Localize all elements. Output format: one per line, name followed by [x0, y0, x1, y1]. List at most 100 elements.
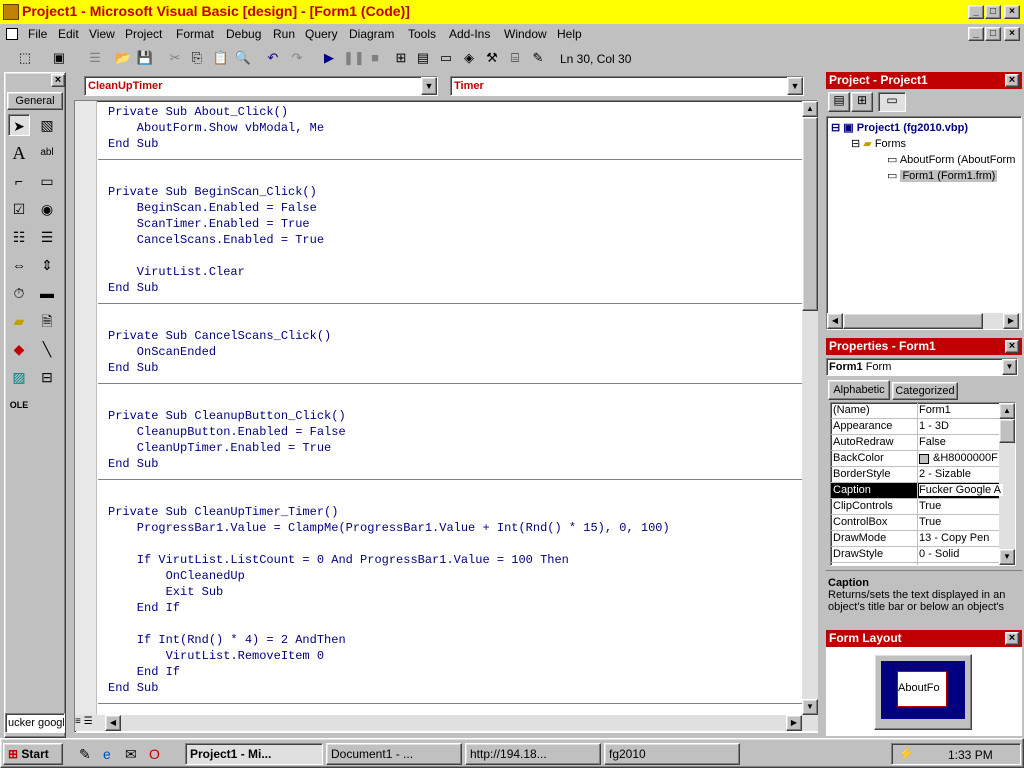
- property-value[interactable]: 13 - Copy Pen: [919, 532, 1003, 544]
- chevron-down-icon[interactable]: ▼: [1002, 359, 1017, 375]
- code-line[interactable]: If VirutList.ListCount = 0 And ProgressB…: [108, 552, 569, 568]
- property-value[interactable]: Fucker Google A: [919, 484, 1003, 496]
- tree-item-aboutform[interactable]: ▭ AboutForm (AboutForm: [887, 153, 1015, 166]
- property-value[interactable]: True: [919, 500, 1003, 512]
- image-icon[interactable]: ▨: [8, 366, 30, 388]
- code-line[interactable]: CleanupButton.Enabled = False: [108, 424, 346, 440]
- label-icon[interactable]: A: [8, 142, 30, 164]
- menu-help[interactable]: Help: [557, 27, 582, 41]
- break-icon[interactable]: ❚❚: [343, 49, 365, 67]
- chevron-down-icon[interactable]: ▼: [787, 77, 803, 95]
- redo-icon[interactable]: ↷: [288, 49, 306, 67]
- data-control-icon[interactable]: ⊟: [36, 366, 58, 388]
- object-combo[interactable]: CleanUpTimer ▼: [84, 76, 438, 96]
- maximize-button[interactable]: □: [985, 5, 1001, 19]
- timer-icon[interactable]: ⏱: [8, 282, 30, 304]
- pointer-icon[interactable]: ➤: [8, 114, 30, 136]
- code-line[interactable]: Exit Sub: [108, 584, 224, 600]
- property-row[interactable]: BorderStyle 2 - Sizable: [831, 467, 999, 483]
- shape-icon[interactable]: ◆: [8, 338, 30, 360]
- code-line[interactable]: VirutList.RemoveItem 0: [108, 648, 324, 664]
- code-line[interactable]: OnCleanedUp: [108, 568, 245, 584]
- view-code-icon[interactable]: ▤: [828, 92, 850, 112]
- tree-item-form1[interactable]: ▭ Form1 (Form1.frm): [887, 169, 998, 182]
- property-value[interactable]: 2 - Sizable: [919, 468, 1003, 480]
- data-view-icon[interactable]: ⌸: [506, 49, 524, 67]
- form-layout-icon[interactable]: ▭: [437, 49, 455, 67]
- code-text-area[interactable]: Private Sub About_Click() AboutForm.Show…: [98, 101, 802, 715]
- find-icon[interactable]: 🔍: [234, 49, 252, 67]
- tab-categorized[interactable]: Categorized: [892, 382, 958, 400]
- taskbar-button-browser[interactable]: http://194.18...: [465, 743, 601, 765]
- property-row[interactable]: ClipControls True: [831, 499, 999, 515]
- drivelistbox-icon[interactable]: ▬: [36, 282, 58, 304]
- property-value[interactable]: True: [919, 516, 1003, 528]
- project-close-button[interactable]: ×: [1005, 74, 1019, 87]
- menu-run[interactable]: Run: [273, 27, 295, 41]
- tree-forms-folder[interactable]: ⊟ ▰ Forms: [851, 137, 906, 150]
- clock[interactable]: 1:33 PM: [948, 748, 993, 762]
- code-line[interactable]: End Sub: [108, 456, 158, 472]
- project-explorer-icon[interactable]: ⊞: [392, 49, 410, 67]
- menu-window[interactable]: Window: [504, 27, 547, 41]
- vb-app-icon[interactable]: [3, 4, 19, 20]
- cut-icon[interactable]: ✂: [166, 49, 184, 67]
- tab-alphabetic[interactable]: Alphabetic: [828, 380, 890, 400]
- code-window-icon[interactable]: [6, 28, 18, 40]
- code-line[interactable]: End Sub: [108, 360, 158, 376]
- start-icon[interactable]: ▶: [320, 49, 338, 67]
- code-line[interactable]: Private Sub CleanupButton_Click(): [108, 408, 346, 424]
- scroll-right-icon[interactable]: ▶: [786, 715, 802, 731]
- form-layout-close-button[interactable]: ×: [1005, 632, 1019, 645]
- listbox-icon[interactable]: ☰: [36, 226, 58, 248]
- code-editor[interactable]: Private Sub About_Click() AboutForm.Show…: [74, 100, 818, 733]
- opera-icon[interactable]: O: [149, 746, 160, 762]
- property-row[interactable]: (Name) Form1: [831, 403, 999, 419]
- procedure-combo[interactable]: Timer ▼: [450, 76, 804, 96]
- toolbox-tab-general[interactable]: General: [7, 92, 63, 110]
- project-hscrollbar[interactable]: ◀ ▶: [827, 313, 1021, 329]
- mdi-minimize-button[interactable]: _: [968, 27, 984, 41]
- code-line[interactable]: Private Sub About_Click(): [108, 104, 288, 120]
- mdi-close-button[interactable]: ×: [1004, 27, 1020, 41]
- add-form-icon[interactable]: ▣: [50, 49, 68, 67]
- scroll-down-icon[interactable]: ▼: [802, 699, 818, 715]
- optionbutton-icon[interactable]: ◉: [36, 198, 58, 220]
- menu-diagram[interactable]: Diagram: [349, 27, 394, 41]
- menu-tools[interactable]: Tools: [408, 27, 436, 41]
- toolbox-icon[interactable]: ⚒: [483, 49, 501, 67]
- property-row[interactable]: ControlBox True: [831, 515, 999, 531]
- chevron-down-icon[interactable]: ▼: [421, 77, 437, 95]
- menu-edit[interactable]: Edit: [58, 27, 79, 41]
- property-row[interactable]: Appearance 1 - 3D: [831, 419, 999, 435]
- properties-close-button[interactable]: ×: [1005, 340, 1019, 353]
- show-desktop-icon[interactable]: ✎: [79, 746, 91, 763]
- menu-view[interactable]: View: [89, 27, 115, 41]
- mdi-restore-button[interactable]: □: [985, 27, 1001, 41]
- textbox-icon[interactable]: abl: [36, 142, 58, 164]
- copy-icon[interactable]: ⎘: [188, 49, 206, 67]
- form-position-preview[interactable]: AboutFo: [897, 671, 947, 707]
- code-line[interactable]: OnScanEnded: [108, 344, 216, 360]
- undo-icon[interactable]: ↶: [264, 49, 282, 67]
- scroll-up-icon[interactable]: ▲: [802, 101, 818, 117]
- code-line[interactable]: VirutList.Clear: [108, 264, 245, 280]
- outlook-express-icon[interactable]: ✉: [125, 746, 137, 763]
- menu-query[interactable]: Query: [305, 27, 338, 41]
- code-line[interactable]: AboutForm.Show vbModal, Me: [108, 120, 324, 136]
- project-scroll-thumb[interactable]: [843, 313, 983, 329]
- property-row[interactable]: DrawStyle 0 - Solid: [831, 547, 999, 563]
- code-line[interactable]: End Sub: [108, 680, 158, 696]
- code-vscrollbar[interactable]: ▲ ▼: [802, 101, 818, 715]
- property-row[interactable]: DrawMode 13 - Copy Pen: [831, 531, 999, 547]
- menu-file[interactable]: File: [28, 27, 47, 41]
- code-line[interactable]: ProgressBar1.Value = ClampMe(ProgressBar…: [108, 520, 670, 536]
- object-browser-icon[interactable]: ◈: [460, 49, 478, 67]
- property-value[interactable]: False: [919, 436, 1003, 448]
- code-line[interactable]: Private Sub CleanUpTimer_Timer(): [108, 504, 338, 520]
- code-line[interactable]: CancelScans.Enabled = True: [108, 232, 324, 248]
- hscrollbar-icon[interactable]: ⇔: [8, 254, 30, 276]
- code-line[interactable]: Private Sub CancelScans_Click(): [108, 328, 331, 344]
- properties-window-icon[interactable]: ▤: [414, 49, 432, 67]
- menu-project[interactable]: Project: [125, 27, 162, 41]
